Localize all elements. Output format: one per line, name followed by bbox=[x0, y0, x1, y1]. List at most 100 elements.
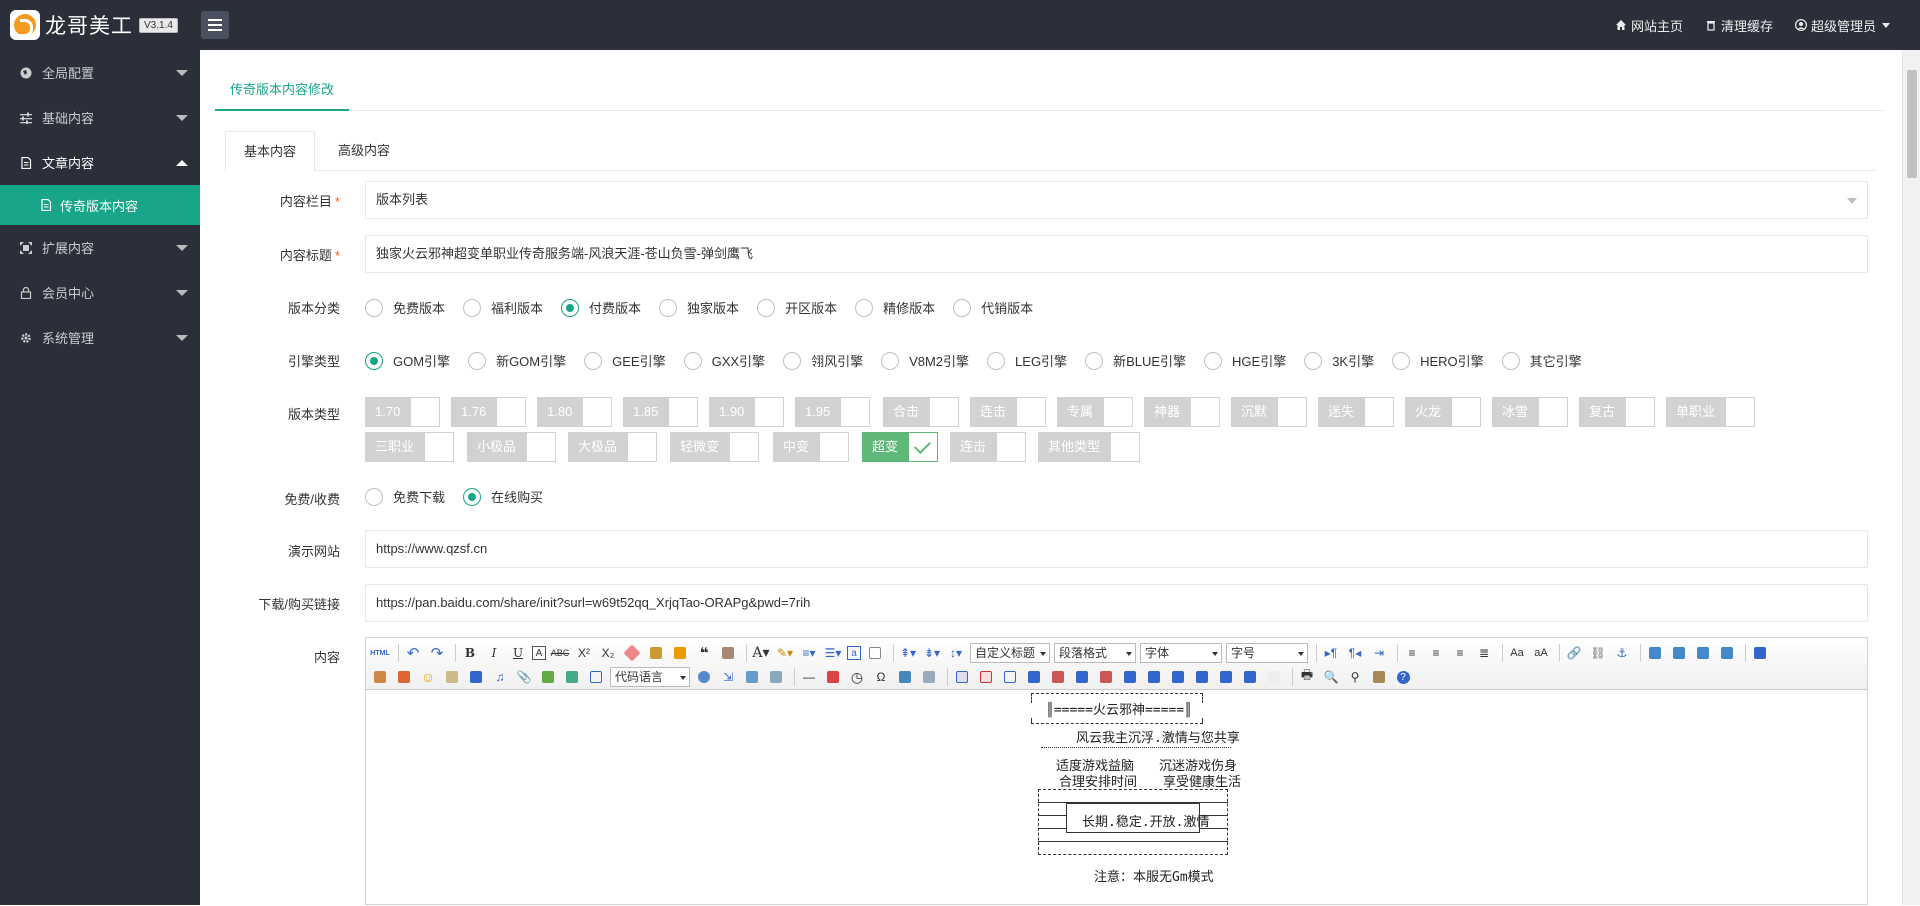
to-uppercase-icon[interactable]: Aa bbox=[1507, 643, 1527, 663]
superscript-icon[interactable]: X² bbox=[574, 643, 594, 663]
checkbox-chip[interactable]: 1.70 bbox=[365, 397, 441, 427]
anchor-icon[interactable]: ⚓ bbox=[1612, 643, 1632, 663]
page-break-icon[interactable] bbox=[694, 667, 714, 687]
sidebar-item-article-content[interactable]: 文章内容 bbox=[0, 140, 200, 185]
radio-exclusive-version[interactable]: 独家版本 bbox=[659, 298, 739, 317]
rich-text-editor[interactable]: HTML ↶ ↷ B I U A ABC X² X₂ ❝ A▾ ✎▾ ≡▾ ☰▾… bbox=[365, 637, 1868, 905]
menu-toggle-button[interactable] bbox=[201, 11, 229, 39]
insert-paragraph-before-table-icon[interactable] bbox=[1000, 667, 1020, 687]
merge-right-icon[interactable] bbox=[1144, 667, 1164, 687]
insert-video-icon[interactable] bbox=[466, 667, 486, 687]
attachment-icon[interactable]: 📎 bbox=[514, 667, 534, 687]
align-left-icon[interactable]: ≡ bbox=[1402, 643, 1422, 663]
insert-row-icon[interactable] bbox=[1024, 667, 1044, 687]
background-color-icon[interactable]: ✎▾ bbox=[775, 643, 795, 663]
checkbox-chip[interactable]: 冰雪 bbox=[1492, 397, 1569, 427]
word-upload-icon[interactable] bbox=[919, 667, 939, 687]
checkbox-chip[interactable]: 1.85 bbox=[623, 397, 699, 427]
checkbox-chip[interactable]: 轻微变 bbox=[670, 432, 760, 462]
radio-welfare-version[interactable]: 福利版本 bbox=[463, 298, 543, 317]
music-icon[interactable]: ♫ bbox=[490, 667, 510, 687]
radio-engine[interactable]: V8M2引擎 bbox=[881, 351, 969, 370]
image-none-icon[interactable] bbox=[1645, 643, 1665, 663]
direction-rtl-icon[interactable]: ¶◂ bbox=[1345, 643, 1365, 663]
chart-icon[interactable] bbox=[1264, 667, 1284, 687]
blockquote-icon[interactable]: ❝ bbox=[694, 643, 714, 663]
checkbox-chip[interactable]: 合击 bbox=[883, 397, 960, 427]
background-icon[interactable] bbox=[742, 667, 762, 687]
undo-icon[interactable]: ↶ bbox=[403, 643, 423, 663]
checkbox-chip[interactable]: 其他类型 bbox=[1038, 432, 1141, 462]
nav-clear-cache-link[interactable]: 清理缓存 bbox=[1705, 16, 1773, 35]
insert-frame-icon[interactable] bbox=[586, 667, 606, 687]
template-icon[interactable]: ⇲ bbox=[718, 667, 738, 687]
delete-table-icon[interactable] bbox=[976, 667, 996, 687]
merge-cells-icon[interactable] bbox=[1120, 667, 1140, 687]
sidebar-item-member-center[interactable]: 会员中心 bbox=[0, 270, 200, 315]
special-chars-icon[interactable]: Ω bbox=[871, 667, 891, 687]
row-spacing-bottom-icon[interactable]: ⇟▾ bbox=[922, 643, 942, 663]
subscript-icon[interactable]: X₂ bbox=[598, 643, 618, 663]
unlink-icon[interactable]: ⛓ bbox=[1588, 643, 1608, 663]
fullscreen-icon[interactable] bbox=[1750, 643, 1770, 663]
demo-site-input[interactable]: https://www.qzsf.cn bbox=[365, 530, 1868, 568]
image-right-icon[interactable] bbox=[1693, 643, 1713, 663]
paragraph-format-select[interactable]: 段落格式 bbox=[1054, 643, 1136, 663]
radio-consignment-version[interactable]: 代销版本 bbox=[953, 298, 1033, 317]
align-right-icon[interactable]: ≡ bbox=[1450, 643, 1470, 663]
search-replace-icon[interactable]: ⚲ bbox=[1345, 667, 1365, 687]
align-justify-icon[interactable]: ≣ bbox=[1474, 643, 1494, 663]
insert-col-icon[interactable] bbox=[1072, 667, 1092, 687]
font-border-icon[interactable]: A bbox=[532, 646, 546, 660]
checkbox-chip[interactable]: 连击 bbox=[950, 432, 1027, 462]
unordered-list-icon[interactable]: ☰▾ bbox=[823, 643, 843, 663]
sidebar-item-basic-content[interactable]: 基础内容 bbox=[0, 95, 200, 140]
custom-heading-select[interactable]: 自定义标题 bbox=[970, 643, 1050, 663]
redo-icon[interactable]: ↷ bbox=[427, 643, 447, 663]
preview-icon[interactable]: 🔍 bbox=[1321, 667, 1341, 687]
checkbox-chip[interactable]: 1.76 bbox=[451, 397, 527, 427]
checkbox-chip[interactable]: 大极品 bbox=[568, 432, 658, 462]
select-all-icon[interactable]: a bbox=[847, 646, 861, 660]
nav-home-link[interactable]: 网站主页 bbox=[1615, 16, 1683, 35]
sidebar-item-extended-content[interactable]: 扩展内容 bbox=[0, 225, 200, 270]
checkbox-chip[interactable]: 三职业 bbox=[365, 432, 455, 462]
radio-engine[interactable]: GOM引擎 bbox=[365, 351, 450, 370]
font-color-icon[interactable]: A▾ bbox=[751, 643, 771, 663]
page-scrollbar[interactable] bbox=[1902, 50, 1920, 905]
radio-online-purchase[interactable]: 在线购买 bbox=[463, 487, 543, 506]
split-cells-icon[interactable] bbox=[1192, 667, 1212, 687]
paste-plain-icon[interactable] bbox=[718, 643, 738, 663]
italic-icon[interactable]: I bbox=[484, 643, 504, 663]
checkbox-chip[interactable]: 连击 bbox=[970, 397, 1047, 427]
delete-row-icon[interactable] bbox=[1048, 667, 1068, 687]
radio-engine[interactable]: 翎风引擎 bbox=[783, 351, 863, 370]
radio-paid-version[interactable]: 付费版本 bbox=[561, 298, 641, 317]
font-size-select[interactable]: 字号 bbox=[1226, 643, 1308, 663]
checkbox-chip[interactable]: 中变 bbox=[773, 432, 850, 462]
help-icon[interactable]: ? bbox=[1393, 667, 1413, 687]
radio-engine[interactable]: LEG引擎 bbox=[987, 351, 1067, 370]
title-input[interactable]: 独家火云邪神超变单职业传奇服务端-风浪天涯-苍山负雪-弹剑鹰飞 bbox=[365, 235, 1868, 273]
checkbox-chip[interactable]: 神器 bbox=[1144, 397, 1221, 427]
sidebar-item-system-management[interactable]: 系统管理 bbox=[0, 315, 200, 360]
scrawl-icon[interactable] bbox=[442, 667, 462, 687]
image-center-icon[interactable] bbox=[1717, 643, 1737, 663]
line-height-icon[interactable]: ↕▾ bbox=[946, 643, 966, 663]
google-map-icon[interactable] bbox=[562, 667, 582, 687]
radio-free-download[interactable]: 免费下载 bbox=[365, 487, 445, 506]
column-select[interactable]: 版本列表 bbox=[365, 181, 1868, 219]
time-icon[interactable]: ◷ bbox=[847, 667, 867, 687]
align-center-icon[interactable]: ≡ bbox=[1426, 643, 1446, 663]
radio-engine[interactable]: GXX引擎 bbox=[683, 351, 765, 370]
checkbox-chip[interactable]: 沉默 bbox=[1231, 397, 1308, 427]
download-link-input[interactable]: https://pan.baidu.com/share/init?surl=w6… bbox=[365, 584, 1868, 622]
checkbox-chip[interactable]: 专属 bbox=[1057, 397, 1134, 427]
radio-engine[interactable]: 其它引擎 bbox=[1501, 351, 1582, 370]
auto-format-icon[interactable] bbox=[670, 643, 690, 663]
row-spacing-top-icon[interactable]: ⇞▾ bbox=[898, 643, 918, 663]
ordered-list-icon[interactable]: ≡▾ bbox=[799, 643, 819, 663]
nav-user-menu[interactable]: 超级管理员 bbox=[1794, 16, 1890, 35]
checkbox-chip[interactable]: 小极品 bbox=[467, 432, 557, 462]
radio-engine[interactable]: HERO引擎 bbox=[1392, 351, 1484, 370]
